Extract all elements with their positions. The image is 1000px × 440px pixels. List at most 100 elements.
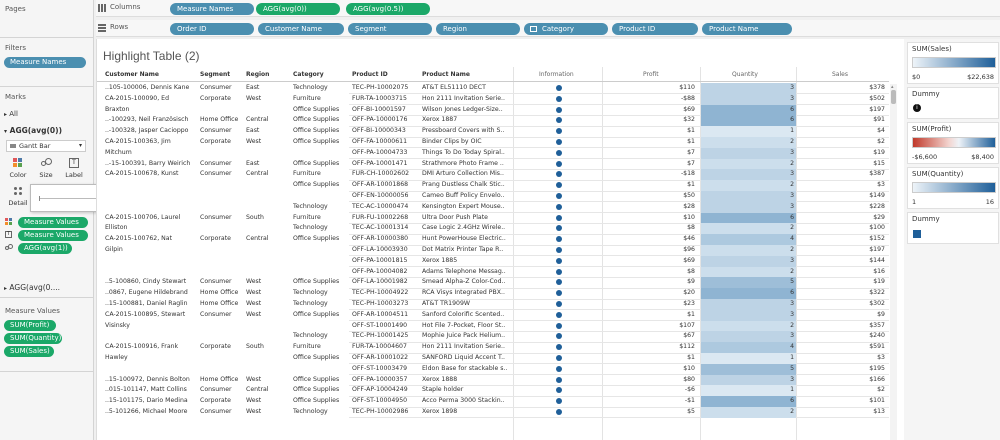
filter-pill-measure-names[interactable]: Measure Names bbox=[4, 57, 86, 68]
field-pill-agg-avg1[interactable]: AGG(avg(1)) bbox=[18, 243, 72, 254]
row-pill-product-name[interactable]: Product Name bbox=[702, 23, 792, 35]
cell-segment: Corporate bbox=[200, 397, 231, 405]
info-icon[interactable] bbox=[556, 193, 562, 199]
vertical-scrollbar[interactable]: ▴ bbox=[890, 84, 897, 440]
header-customer-name[interactable]: Customer Name bbox=[105, 71, 159, 78]
marks-field-size[interactable]: AGG(avg(1)) bbox=[4, 242, 90, 255]
cell-category: Technology bbox=[293, 202, 328, 210]
measure-pill-quantity[interactable]: SUM(Quantity) bbox=[4, 333, 62, 344]
header-quantity[interactable]: Quantity bbox=[732, 71, 758, 78]
header-information[interactable]: Information bbox=[539, 71, 574, 78]
column-pill-agg-avg0[interactable]: AGG(avg(0)) bbox=[256, 3, 340, 15]
cell-segment: Consumer bbox=[200, 159, 232, 167]
info-icon[interactable] bbox=[556, 247, 562, 253]
info-icon[interactable] bbox=[556, 301, 562, 307]
cell-category: Furniture bbox=[293, 343, 321, 351]
scrollbar-thumb[interactable] bbox=[891, 90, 896, 104]
row-pill-segment[interactable]: Segment bbox=[348, 23, 432, 35]
info-icon[interactable] bbox=[556, 149, 562, 156]
info-icon[interactable] bbox=[556, 355, 562, 361]
legend-profit[interactable]: SUM(Profit) -$6,600 $8,400 bbox=[907, 122, 999, 164]
info-icon[interactable] bbox=[556, 95, 562, 102]
marks-all-row[interactable]: ▸ All bbox=[4, 110, 18, 118]
row-pill-customer-name[interactable]: Customer Name bbox=[258, 23, 344, 35]
row-pill-order-id[interactable]: Order ID bbox=[170, 23, 254, 35]
info-icon[interactable] bbox=[556, 344, 562, 351]
header-product-name[interactable]: Product Name bbox=[422, 71, 470, 78]
legend-dummy-2[interactable]: Dummy bbox=[907, 212, 999, 244]
info-icon[interactable] bbox=[556, 387, 562, 394]
header-profit[interactable]: Profit bbox=[643, 71, 659, 78]
header-product-id[interactable]: Product ID bbox=[352, 71, 388, 78]
legend-sales-max: $22,638 bbox=[967, 73, 994, 81]
mark-type-label: Gantt Bar bbox=[19, 142, 51, 150]
row-pill-category[interactable]: Category bbox=[524, 23, 608, 35]
cell-category: Furniture bbox=[293, 94, 321, 102]
cell-pname: Strathmore Photo Frame .. bbox=[422, 159, 504, 167]
rows-shelf[interactable]: Rows Order ID Customer Name Segment Regi… bbox=[96, 20, 1000, 37]
cell-sales: $4 bbox=[877, 127, 885, 135]
info-icon[interactable] bbox=[556, 268, 562, 275]
size-button[interactable]: Size bbox=[36, 158, 56, 182]
legend-quantity[interactable]: SUM(Quantity) 1 16 bbox=[907, 167, 999, 209]
info-icon[interactable] bbox=[556, 279, 562, 286]
info-icon[interactable] bbox=[556, 236, 562, 243]
legend-sales[interactable]: SUM(Sales) $0 $22,638 bbox=[907, 42, 999, 84]
marks-field-color[interactable]: Measure Values bbox=[4, 216, 90, 229]
cell-pname: DMI Arturo Collection Mis.. bbox=[422, 170, 504, 178]
marks-section-avg0-2[interactable]: ▸ AGG(avg(0.... bbox=[4, 283, 60, 292]
header-sales[interactable]: Sales bbox=[832, 71, 848, 78]
columns-shelf[interactable]: Columns Measure Names AGG(avg(0)) AGG(av… bbox=[96, 0, 1000, 17]
detail-button[interactable]: Detail bbox=[8, 186, 28, 210]
mark-type-dropdown[interactable]: Gantt Bar ▾ bbox=[6, 140, 86, 152]
info-icon[interactable] bbox=[556, 182, 562, 189]
cell-customer: ..-100328, Jasper Cacioppo bbox=[105, 127, 189, 135]
header-category[interactable]: Category bbox=[293, 71, 324, 78]
label-button-label: Label bbox=[65, 171, 83, 179]
info-icon[interactable] bbox=[556, 311, 562, 318]
cell-pname: Hot File 7-Pocket, Floor St.. bbox=[422, 321, 506, 329]
field-pill-measure-values-color[interactable]: Measure Values bbox=[18, 217, 88, 228]
cell-pname: AT&T EL51110 DECT bbox=[422, 84, 486, 91]
cell-customer: ..015-101147, Matt Collins bbox=[105, 386, 187, 394]
info-icon[interactable] bbox=[556, 409, 562, 415]
header-segment[interactable]: Segment bbox=[200, 71, 230, 78]
info-icon[interactable] bbox=[556, 106, 562, 113]
field-pill-measure-values-label[interactable]: Measure Values bbox=[18, 230, 88, 241]
cell-pid: OFF-AP-10004249 bbox=[352, 386, 408, 394]
column-pill-measure-names[interactable]: Measure Names bbox=[170, 3, 254, 15]
info-icon[interactable] bbox=[556, 322, 562, 329]
info-icon[interactable] bbox=[556, 203, 562, 210]
cell-customer: ..15-100881, Daniel Raglin bbox=[105, 300, 188, 307]
filters-card[interactable]: Filters Measure Names bbox=[0, 39, 94, 87]
measure-pill-profit[interactable]: SUM(Profit) bbox=[4, 320, 56, 331]
label-button[interactable]: T Label bbox=[64, 158, 84, 182]
info-icon[interactable] bbox=[556, 257, 562, 264]
info-icon[interactable] bbox=[556, 117, 562, 124]
color-button[interactable]: Color bbox=[8, 158, 28, 182]
marks-section-avg0[interactable]: ▾ AGG(avg(0)) bbox=[4, 126, 62, 135]
row-pill-product-id[interactable]: Product ID bbox=[612, 23, 698, 35]
info-icon[interactable] bbox=[556, 160, 562, 167]
info-icon[interactable] bbox=[556, 333, 562, 340]
cell-quantity: 5 bbox=[701, 277, 796, 289]
info-icon[interactable] bbox=[556, 128, 562, 135]
header-region[interactable]: Region bbox=[246, 71, 269, 78]
info-icon[interactable] bbox=[556, 85, 562, 91]
info-icon[interactable] bbox=[556, 365, 562, 372]
marks-field-label[interactable]: T Measure Values bbox=[4, 229, 90, 242]
row-pill-region[interactable]: Region bbox=[436, 23, 520, 35]
measure-pill-sales[interactable]: SUM(Sales) bbox=[4, 346, 54, 357]
legend-dummy-1[interactable]: Dummy i bbox=[907, 87, 999, 119]
info-icon[interactable] bbox=[556, 398, 562, 405]
cell-region: West bbox=[246, 408, 262, 415]
info-icon[interactable] bbox=[556, 171, 562, 178]
cell-quantity: 3 bbox=[701, 374, 796, 386]
cell-pid: OFF-PA-10004082 bbox=[352, 267, 408, 275]
info-icon[interactable] bbox=[556, 214, 562, 221]
info-icon[interactable] bbox=[556, 139, 562, 145]
info-icon[interactable] bbox=[556, 376, 562, 383]
column-pill-agg-avg05[interactable]: AGG(avg(0.5)) bbox=[346, 3, 430, 15]
info-icon[interactable] bbox=[556, 225, 562, 232]
info-icon[interactable] bbox=[556, 290, 562, 297]
